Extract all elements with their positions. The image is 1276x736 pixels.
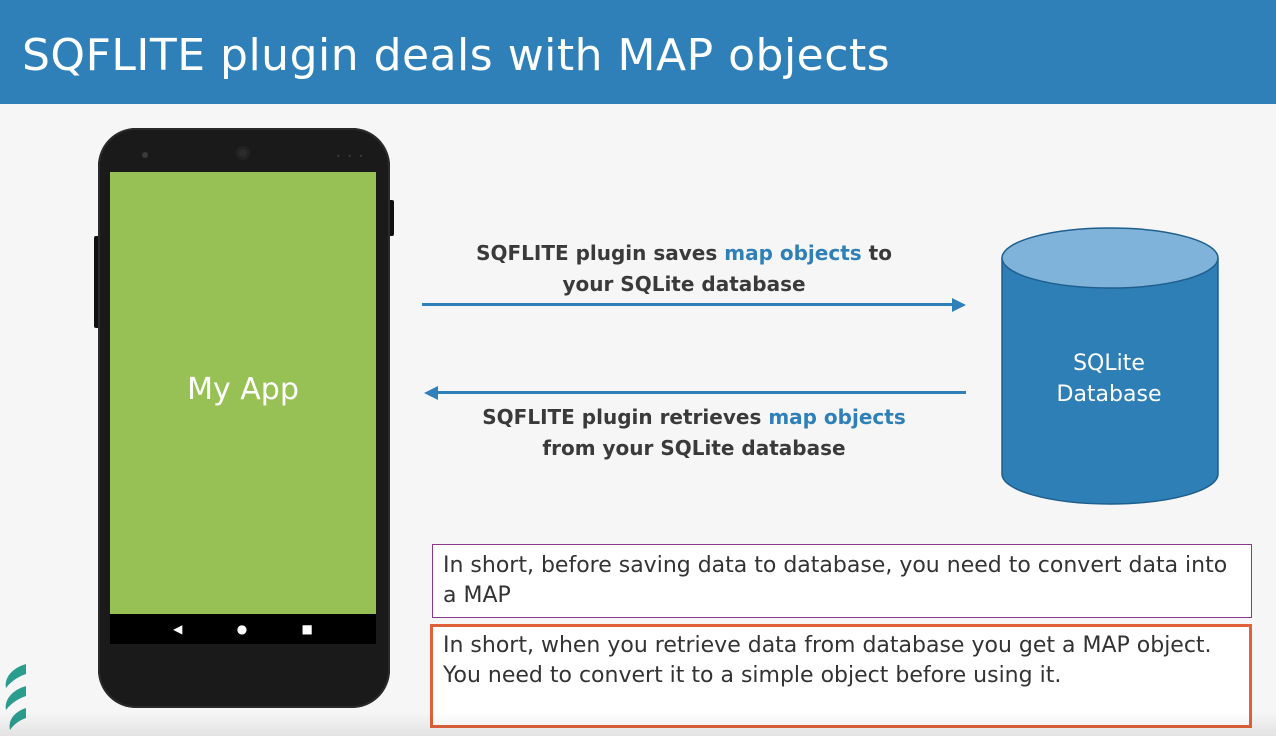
- save-label-line2: your SQLite database: [562, 272, 806, 296]
- retrieve-arrow-label: SQFLITE plugin retrieves map objects fro…: [424, 402, 964, 464]
- save-label-line1: SQFLITE plugin saves map objects to: [476, 241, 892, 265]
- phone-mockup: • • • My App ◀ ● ■: [94, 128, 394, 708]
- phone-volume-button: [94, 236, 98, 328]
- home-icon: ●: [236, 622, 248, 636]
- phone-sensor-dot: [142, 152, 148, 158]
- save-arrow-head: [952, 298, 966, 312]
- retrieve-note: In short, when you retrieve data from da…: [430, 624, 1252, 728]
- retrieve-arrow-line: [436, 391, 966, 394]
- database-label: SQLite Database: [1056, 351, 1162, 407]
- save-note: In short, before saving data to database…: [432, 544, 1252, 618]
- back-icon: ◀: [173, 622, 183, 636]
- save-label-accent: map objects: [724, 241, 862, 265]
- brand-logo-icon: [5, 664, 26, 730]
- phone-sensors: • • •: [336, 152, 366, 161]
- recent-apps-icon: ■: [301, 622, 313, 636]
- slide-title: SQFLITE plugin deals with MAP objects: [22, 30, 891, 81]
- save-arrow-line: [422, 303, 954, 306]
- retrieve-label-accent: map objects: [768, 405, 906, 429]
- slide-header: SQFLITE plugin deals with MAP objects: [0, 0, 1276, 104]
- save-arrow-label: SQFLITE plugin saves map objects to your…: [424, 238, 944, 300]
- phone-power-button: [390, 200, 394, 236]
- phone-screen: My App: [110, 172, 376, 614]
- phone-navbar: ◀ ● ■: [110, 614, 376, 644]
- retrieve-label-line2: from your SQLite database: [542, 436, 846, 460]
- phone-camera: [236, 146, 250, 160]
- app-label: My App: [187, 372, 299, 407]
- retrieve-label-line1: SQFLITE plugin retrieves map objects: [482, 405, 906, 429]
